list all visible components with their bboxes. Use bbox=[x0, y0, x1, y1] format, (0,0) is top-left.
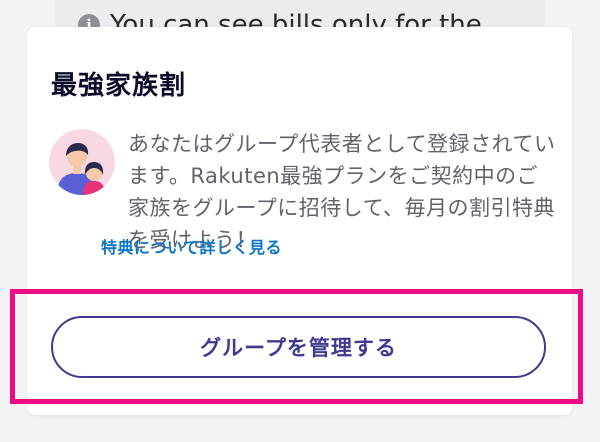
card-title: 最強家族割 bbox=[51, 71, 187, 101]
family-avatar-icon bbox=[49, 129, 115, 195]
manage-group-button[interactable]: グループを管理する bbox=[51, 316, 546, 378]
benefits-detail-link[interactable]: 特典について詳しく見る bbox=[101, 234, 282, 258]
